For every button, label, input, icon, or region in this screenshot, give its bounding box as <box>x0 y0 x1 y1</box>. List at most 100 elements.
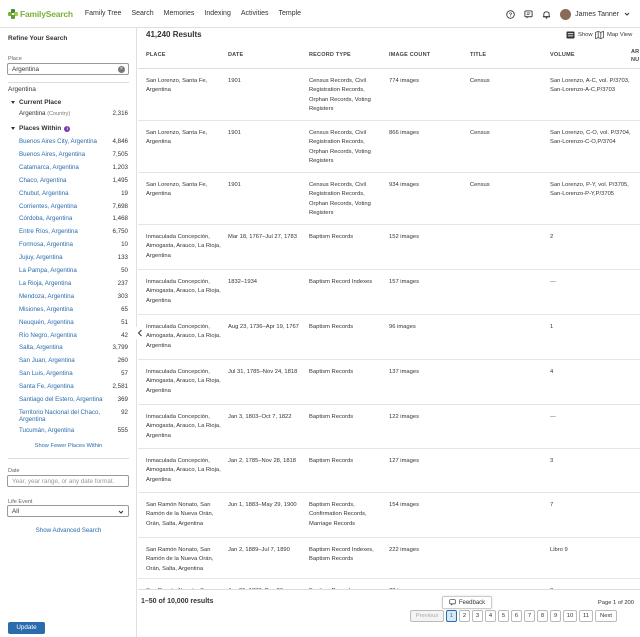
page-button[interactable]: 6 <box>511 610 522 622</box>
place-within-name[interactable]: Buenos Aires, Argentina <box>19 151 85 159</box>
place-within-item[interactable]: Córdoba, Argentina 1,468 <box>19 215 128 223</box>
show-fewer-places-link[interactable]: Show Fewer Places Within <box>0 443 137 449</box>
place-within-item[interactable]: Territorio Nacional del Chaco, Argentina… <box>19 409 128 424</box>
table-row[interactable]: San Ramón Nonato, San Ramón de la Nueva … <box>138 538 640 579</box>
column-title[interactable]: TITLE <box>470 52 486 58</box>
show-advanced-search-link[interactable]: Show Advanced Search <box>0 527 137 534</box>
table-row[interactable]: Inmaculada Concepción, Aimogasta, Arauco… <box>138 360 640 405</box>
column-ar-nu[interactable]: AR NU <box>631 48 640 64</box>
column-date[interactable]: DATE <box>228 52 243 58</box>
place-within-name[interactable]: Territorio Nacional del Chaco, Argentina <box>19 409 107 424</box>
place-within-name[interactable]: San Luis, Argentina <box>19 370 73 378</box>
place-within-item[interactable]: Neuquén, Argentina 51 <box>19 319 128 327</box>
place-within-item[interactable]: San Juan, Argentina 260 <box>19 357 128 365</box>
nav-family-tree[interactable]: Family Tree <box>85 10 122 17</box>
place-within-item[interactable]: Formosa, Argentina 10 <box>19 241 128 249</box>
place-within-name[interactable]: Córdoba, Argentina <box>19 215 72 223</box>
place-within-name[interactable]: Misiones, Argentina <box>19 306 73 314</box>
place-within-name[interactable]: Mendoza, Argentina <box>19 293 74 301</box>
place-within-name[interactable]: Salta, Argentina <box>19 344 63 352</box>
familysearch-logo[interactable]: FamilySearch <box>8 8 73 19</box>
info-icon[interactable]: i <box>64 125 71 132</box>
place-input[interactable]: Argentina × <box>7 63 129 75</box>
life-event-select[interactable]: All <box>7 505 129 517</box>
place-within-name[interactable]: Catamarca, Argentina <box>19 164 79 172</box>
clear-place-icon[interactable]: × <box>118 66 125 73</box>
next-page-button[interactable]: Next <box>595 610 617 622</box>
place-within-item[interactable]: Santa Fe, Argentina 2,581 <box>19 383 128 391</box>
nav-memories[interactable]: Memories <box>164 10 195 17</box>
table-row[interactable]: Inmaculada Concepción, Aimogasta, Arauco… <box>138 270 640 315</box>
previous-page-button[interactable]: Previous <box>410 610 444 622</box>
place-within-item[interactable]: Catamarca, Argentina 1,203 <box>19 164 128 172</box>
notifications-bell-icon[interactable] <box>541 9 551 19</box>
page-button[interactable]: 2 <box>459 610 470 622</box>
page-button[interactable]: 8 <box>537 610 548 622</box>
date-input[interactable]: Year, year range, or any date format. <box>7 475 129 487</box>
page-button[interactable]: 10 <box>563 610 577 622</box>
place-within-item[interactable]: Chaco, Argentina 1,495 <box>19 177 128 185</box>
page-button[interactable]: 11 <box>579 610 593 622</box>
nav-temple[interactable]: Temple <box>278 10 301 17</box>
feedback-button[interactable]: Feedback <box>442 596 492 609</box>
chevron-down-icon[interactable] <box>622 9 632 19</box>
nav-indexing[interactable]: Indexing <box>204 10 230 17</box>
user-name[interactable]: James Tanner <box>575 11 619 18</box>
place-within-name[interactable]: Neuquén, Argentina <box>19 319 74 327</box>
place-within-name[interactable]: Buenos Aires City, Argentina <box>19 138 97 146</box>
place-within-name[interactable]: Santiago del Estero, Argentina <box>19 396 103 404</box>
place-within-name[interactable]: Santa Fe, Argentina <box>19 383 74 391</box>
place-within-item[interactable]: La Pampa, Argentina 50 <box>19 267 128 275</box>
place-within-item[interactable]: San Luis, Argentina 57 <box>19 370 128 378</box>
place-within-name[interactable]: Jujuy, Argentina <box>19 254 63 262</box>
column-volume[interactable]: VOLUME <box>550 52 575 58</box>
place-within-item[interactable]: Buenos Aires City, Argentina 4,846 <box>19 138 128 146</box>
page-button[interactable]: 1 <box>446 610 457 622</box>
place-within-name[interactable]: San Juan, Argentina <box>19 357 75 365</box>
place-within-item[interactable]: Corrientes, Argentina 7,698 <box>19 203 128 211</box>
table-row[interactable]: Inmaculada Concepción, Aimogasta, Arauco… <box>138 315 640 360</box>
place-within-item[interactable]: Jujuy, Argentina 133 <box>19 254 128 262</box>
messages-icon[interactable] <box>523 9 533 19</box>
table-row[interactable]: San Ramón Nonato, San Ramón de la Nueva … <box>138 493 640 538</box>
page-button[interactable]: 3 <box>472 610 483 622</box>
place-within-name[interactable]: Chubut, Argentina <box>19 190 69 198</box>
table-row[interactable]: San Lorenzo, Santa Fe, Argentina 1901 Cens… <box>138 69 640 121</box>
table-row[interactable]: Inmaculada Concepción, Aimogasta, Arauco… <box>138 405 640 449</box>
places-within-toggle[interactable]: Places Within i <box>11 125 71 132</box>
place-within-name[interactable]: Río Negro, Argentina <box>19 332 77 340</box>
place-within-item[interactable]: Buenos Aires, Argentina 7,505 <box>19 151 128 159</box>
nav-search[interactable]: Search <box>131 10 153 17</box>
place-within-item[interactable]: Mendoza, Argentina 303 <box>19 293 128 301</box>
page-button[interactable]: 5 <box>498 610 509 622</box>
place-within-name[interactable]: Entre Ríos, Argentina <box>19 228 78 236</box>
table-row[interactable]: San Lorenzo, Santa Fe, Argentina 1901 Cens… <box>138 121 640 173</box>
page-button[interactable]: 7 <box>524 610 535 622</box>
place-within-item[interactable]: Tucumán, Argentina 555 <box>19 427 128 435</box>
show-toggle[interactable]: Show <box>566 31 593 39</box>
page-button[interactable]: 4 <box>485 610 496 622</box>
update-button[interactable]: Update <box>8 622 45 634</box>
column-record-type[interactable]: RECORD TYPE <box>309 52 351 58</box>
place-within-item[interactable]: Misiones, Argentina 65 <box>19 306 128 314</box>
place-within-name[interactable]: Corrientes, Argentina <box>19 203 77 211</box>
page-button[interactable]: 9 <box>550 610 561 622</box>
user-avatar[interactable] <box>560 8 572 20</box>
place-within-name[interactable]: Chaco, Argentina <box>19 177 66 185</box>
nav-activities[interactable]: Activities <box>241 10 269 17</box>
place-within-item[interactable]: La Rioja, Argentina 237 <box>19 280 128 288</box>
place-within-item[interactable]: Río Negro, Argentina 42 <box>19 332 128 340</box>
place-within-item[interactable]: Entre Ríos, Argentina 6,750 <box>19 228 128 236</box>
map-view-toggle[interactable]: Map View <box>595 31 632 39</box>
column-image-count[interactable]: IMAGE COUNT <box>389 52 430 58</box>
help-icon[interactable]: ? <box>505 9 515 19</box>
table-row[interactable]: San Lorenzo, Santa Fe, Argentina 1901 Cens… <box>138 173 640 225</box>
place-within-name[interactable]: La Pampa, Argentina <box>19 267 77 275</box>
place-within-item[interactable]: Santiago del Estero, Argentina 369 <box>19 396 128 404</box>
table-row[interactable]: Inmaculada Concepción, Aimogasta, Arauco… <box>138 225 640 270</box>
place-within-item[interactable]: Salta, Argentina 3,799 <box>19 344 128 352</box>
place-within-name[interactable]: Formosa, Argentina <box>19 241 73 249</box>
place-within-name[interactable]: La Rioja, Argentina <box>19 280 71 288</box>
place-within-item[interactable]: Chubut, Argentina 19 <box>19 190 128 198</box>
place-within-name[interactable]: Tucumán, Argentina <box>19 427 74 435</box>
